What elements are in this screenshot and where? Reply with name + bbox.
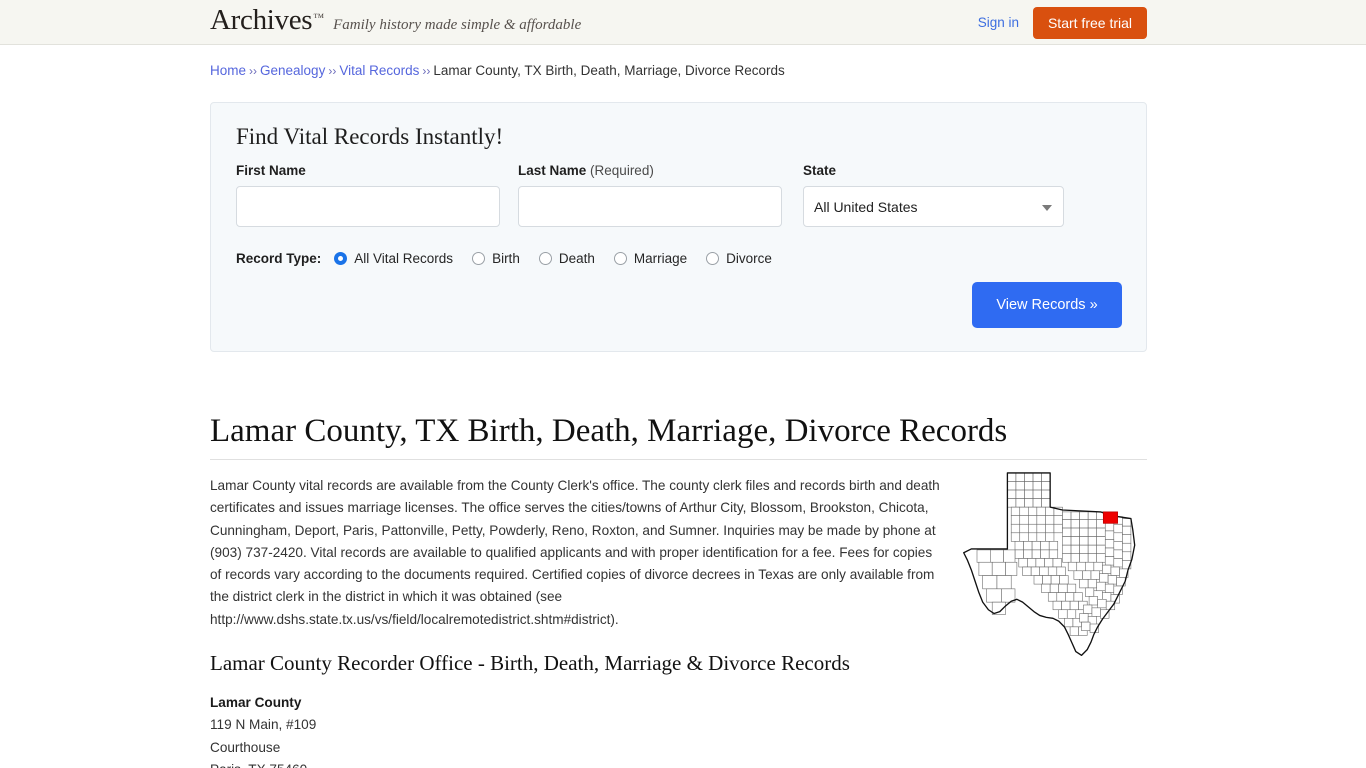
address-name: Lamar County bbox=[210, 695, 302, 710]
header-actions: Sign in Start free trial bbox=[978, 0, 1147, 45]
last-name-field-group: Last Name (Required) bbox=[518, 163, 782, 227]
state-select[interactable]: All United States bbox=[803, 186, 1064, 227]
breadcrumb-separator: ›› bbox=[249, 64, 258, 78]
address-line-2: Courthouse bbox=[210, 739, 281, 755]
state-field-group: State All United States bbox=[803, 163, 1064, 227]
last-name-label: Last Name (Required) bbox=[518, 163, 782, 178]
address-line-3: Paris, TX 75460 bbox=[210, 759, 463, 768]
radio-marriage[interactable]: Marriage bbox=[613, 251, 688, 266]
first-name-input[interactable] bbox=[236, 186, 500, 227]
texas-county-map bbox=[963, 472, 1136, 657]
radio-label-marriage: Marriage bbox=[633, 251, 688, 266]
radio-label-all: All Vital Records bbox=[354, 251, 454, 266]
radio-indicator-death[interactable] bbox=[538, 252, 552, 265]
radio-indicator-divorce[interactable] bbox=[706, 252, 720, 265]
address-line-1: 119 N Main, #109 bbox=[210, 717, 317, 733]
last-name-required-note: (Required) bbox=[590, 163, 654, 178]
title-divider bbox=[210, 459, 1147, 460]
first-name-label: First Name bbox=[236, 163, 306, 178]
state-select-value[interactable]: All United States bbox=[803, 186, 1064, 227]
record-type-label: Record Type: bbox=[236, 251, 322, 266]
brand-logo[interactable]: Archives ™ Family history made simple & a… bbox=[210, 6, 581, 35]
breadcrumb-item-genealogy[interactable]: Genealogy bbox=[260, 63, 325, 78]
sign-in-link[interactable]: Sign in bbox=[978, 15, 1019, 30]
search-panel-title: Find Vital Records Instantly! bbox=[236, 124, 504, 149]
trademark-symbol: ™ bbox=[313, 12, 325, 24]
state-label: State bbox=[803, 163, 837, 178]
radio-indicator-all[interactable] bbox=[334, 252, 348, 265]
radio-death[interactable]: Death bbox=[538, 251, 595, 266]
radio-divorce[interactable]: Divorce bbox=[706, 251, 772, 266]
last-name-label-text: Last Name bbox=[518, 163, 587, 178]
radio-label-birth: Birth bbox=[492, 251, 520, 266]
start-free-trial-button[interactable]: Start free trial bbox=[1032, 6, 1147, 39]
page-title: Lamar County, TX Birth, Death, Marriage,… bbox=[210, 413, 1008, 449]
intro-paragraph: Lamar County vital records are available… bbox=[210, 478, 940, 627]
recorder-office-heading: Lamar County Recorder Office - Birth, De… bbox=[210, 651, 850, 675]
breadcrumb-item-current: Lamar County, TX Birth, Death, Marriage,… bbox=[433, 63, 785, 78]
radio-indicator-birth[interactable] bbox=[472, 252, 486, 265]
radio-all-vital-records[interactable]: All Vital Records bbox=[334, 251, 453, 266]
radio-birth[interactable]: Birth bbox=[472, 251, 520, 266]
site-header: Archives ™ Family history made simple & a… bbox=[0, 0, 1366, 45]
lamar-county-highlight bbox=[1102, 511, 1118, 524]
last-name-input[interactable] bbox=[518, 186, 782, 227]
vital-records-search-panel: Find Vital Records Instantly! First Name… bbox=[210, 102, 1147, 352]
brand-tagline: Family history made simple & affordable bbox=[333, 17, 582, 33]
breadcrumb-separator: ›› bbox=[422, 64, 431, 78]
radio-indicator-marriage[interactable] bbox=[613, 252, 627, 265]
first-name-field-group: First Name bbox=[236, 163, 500, 227]
recorder-office-address: Lamar County 119 N Main, #109 Courthouse… bbox=[210, 692, 463, 768]
breadcrumb: Home ›› Genealogy ›› Vital Records ›› Lamar Co… bbox=[210, 63, 785, 78]
brand-name: Archives bbox=[210, 4, 313, 36]
breadcrumb-item-vital-records[interactable]: Vital Records bbox=[339, 63, 419, 78]
radio-label-death: Death bbox=[558, 251, 595, 266]
breadcrumb-item-home[interactable]: Home bbox=[210, 63, 246, 78]
radio-label-divorce: Divorce bbox=[726, 251, 772, 266]
breadcrumb-separator: ›› bbox=[328, 64, 337, 78]
record-type-radio-group: Record Type: All Vital Records Birth Dea… bbox=[236, 251, 791, 266]
view-records-button[interactable]: View Records » bbox=[972, 282, 1122, 328]
